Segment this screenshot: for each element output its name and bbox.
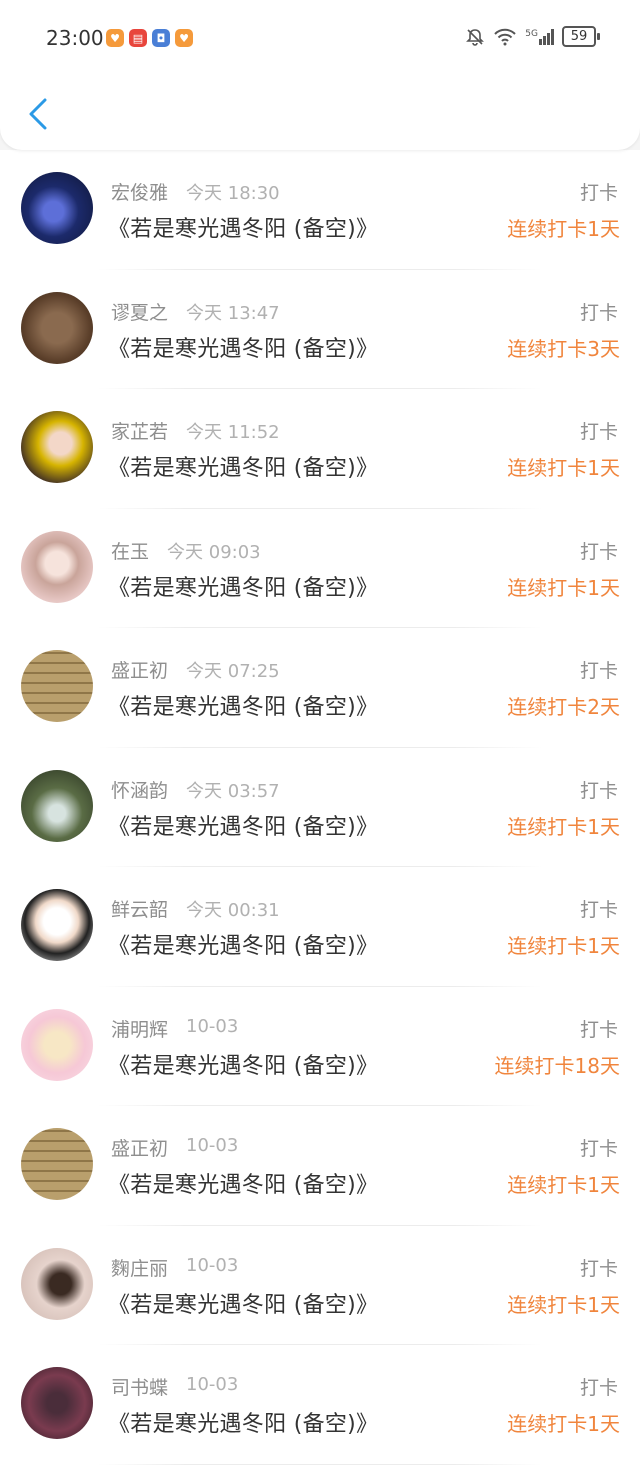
book-title: 《若是寒光遇冬阳 (备空)》 [108,934,379,959]
list-item[interactable]: 在玉 今天 09:03 《若是寒光遇冬阳 (备空)》 打卡 连续打卡1天 [0,509,640,628]
checkin-list: 宏俊雅 今天 18:30 《若是寒光遇冬阳 (备空)》 打卡 连续打卡1天 谬夏… [0,150,640,1465]
divider [98,1463,542,1465]
post-time: 10-03 [186,1015,239,1037]
streak-label: 连续打卡1天 [507,814,620,839]
book-title: 《若是寒光遇冬阳 (备空)》 [108,1053,379,1079]
streak-label: 连续打卡1天 [507,217,620,241]
user-name: 麴庄丽 [111,1257,169,1280]
back-button[interactable] [18,92,58,136]
list-item[interactable]: 盛正初 今天 07:25 《若是寒光遇冬阳 (备空)》 打卡 连续打卡2天 [0,628,640,748]
post-time: 今天 00:31 [186,900,280,921]
book-title: 《若是寒光遇冬阳 (备空)》 [108,1292,379,1318]
avatar[interactable] [21,1128,93,1200]
avatar[interactable] [21,530,93,603]
book-title: 《若是寒光遇冬阳 (备空)》 [108,814,379,840]
avatar[interactable] [21,650,93,722]
post-time: 10-03 [186,1254,239,1276]
checkin-label: 打卡 [579,779,618,802]
post-time: 今天 18:30 [186,183,280,204]
top-bar: 23:00 ♥ ▤ ◘ ♥ 5G 59 [0,0,640,150]
network-label: 5G [525,28,538,39]
avatar[interactable] [21,1367,93,1439]
user-name: 怀涵韵 [111,779,169,802]
checkin-label: 打卡 [579,1018,618,1041]
heart-app-icon: ♥ [175,29,193,47]
avatar[interactable] [21,889,93,961]
notification-icons: ♥ ▤ ◘ ♥ [106,29,193,47]
checkin-label: 打卡 [579,660,618,682]
battery-indicator: 59 [562,26,600,47]
signal-icon: 5G [525,28,554,45]
book-title: 《若是寒光遇冬阳 (备空)》 [108,217,379,242]
streak-label: 连续打卡1天 [507,934,620,958]
user-name: 家芷若 [111,421,169,443]
checkin-label: 打卡 [579,1138,618,1160]
avatar[interactable] [21,172,93,244]
avatar[interactable] [21,291,93,364]
user-name: 宏俊雅 [111,182,169,204]
checkin-label: 打卡 [579,899,618,921]
list-item[interactable]: 谬夏之 今天 13:47 《若是寒光遇冬阳 (备空)》 打卡 连续打卡3天 [0,270,640,389]
book-title: 《若是寒光遇冬阳 (备空)》 [108,1412,379,1437]
list-item[interactable]: 盛正初 10-03 《若是寒光遇冬阳 (备空)》 打卡 连续打卡1天 [0,1106,640,1226]
user-name: 盛正初 [111,660,169,682]
book-app-icon: ▤ [129,29,147,47]
wifi-icon [494,28,517,45]
book-title: 《若是寒光遇冬阳 (备空)》 [108,575,379,601]
checkin-label: 打卡 [579,301,618,324]
checkin-label: 打卡 [579,540,618,563]
post-time: 今天 03:57 [186,780,280,802]
status-time: 23:00 [46,26,104,50]
checkin-label: 打卡 [579,182,618,204]
chevron-left-icon [29,98,47,130]
user-name: 盛正初 [111,1138,169,1160]
list-item[interactable]: 浦明辉 10-03 《若是寒光遇冬阳 (备空)》 打卡 连续打卡18天 [0,987,640,1106]
list-item[interactable]: 宏俊雅 今天 18:30 《若是寒光遇冬阳 (备空)》 打卡 连续打卡1天 [0,150,640,270]
post-time: 今天 13:47 [186,302,280,324]
book-title: 《若是寒光遇冬阳 (备空)》 [108,1173,379,1198]
user-name: 司书蝶 [111,1377,169,1399]
user-name: 在玉 [111,540,150,563]
list-item[interactable]: 麴庄丽 10-03 《若是寒光遇冬阳 (备空)》 打卡 连续打卡1天 [0,1226,640,1345]
list-item[interactable]: 司书蝶 10-03 《若是寒光遇冬阳 (备空)》 打卡 连续打卡1天 [0,1345,640,1465]
list-item[interactable]: 鲜云韶 今天 00:31 《若是寒光遇冬阳 (备空)》 打卡 连续打卡1天 [0,867,640,987]
post-time: 今天 11:52 [186,422,280,443]
streak-label: 连续打卡2天 [507,695,620,719]
checkin-label: 打卡 [579,421,618,443]
list-item[interactable]: 家芷若 今天 11:52 《若是寒光遇冬阳 (备空)》 打卡 连续打卡1天 [0,389,640,509]
badge-app-icon: ◘ [152,29,170,47]
user-name: 浦明辉 [111,1018,169,1041]
book-title: 《若是寒光遇冬阳 (备空)》 [108,695,379,720]
book-title: 《若是寒光遇冬阳 (备空)》 [108,456,379,481]
post-time: 10-03 [186,1374,239,1395]
post-time: 今天 09:03 [167,541,261,563]
book-title: 《若是寒光遇冬阳 (备空)》 [108,336,379,362]
streak-label: 连续打卡18天 [494,1053,620,1078]
heart-app-icon: ♥ [106,29,124,47]
avatar[interactable] [21,769,93,842]
streak-label: 连续打卡1天 [507,456,620,480]
user-name: 谬夏之 [111,301,169,324]
streak-label: 连续打卡1天 [507,1412,620,1436]
checkin-label: 打卡 [579,1377,618,1399]
streak-label: 连续打卡1天 [507,575,620,600]
avatar[interactable] [21,1247,93,1320]
user-name: 鲜云韶 [111,899,169,921]
avatar[interactable] [21,1008,93,1081]
list-item[interactable]: 怀涵韵 今天 03:57 《若是寒光遇冬阳 (备空)》 打卡 连续打卡1天 [0,748,640,867]
post-time: 10-03 [186,1135,239,1156]
status-right: 5G 59 [465,26,600,47]
checkin-label: 打卡 [579,1257,618,1280]
streak-label: 连续打卡1天 [507,1292,620,1317]
avatar[interactable] [21,411,93,483]
bell-mute-icon [466,28,485,46]
post-time: 今天 07:25 [186,661,280,682]
streak-label: 连续打卡3天 [507,336,620,361]
streak-label: 连续打卡1天 [507,1173,620,1197]
